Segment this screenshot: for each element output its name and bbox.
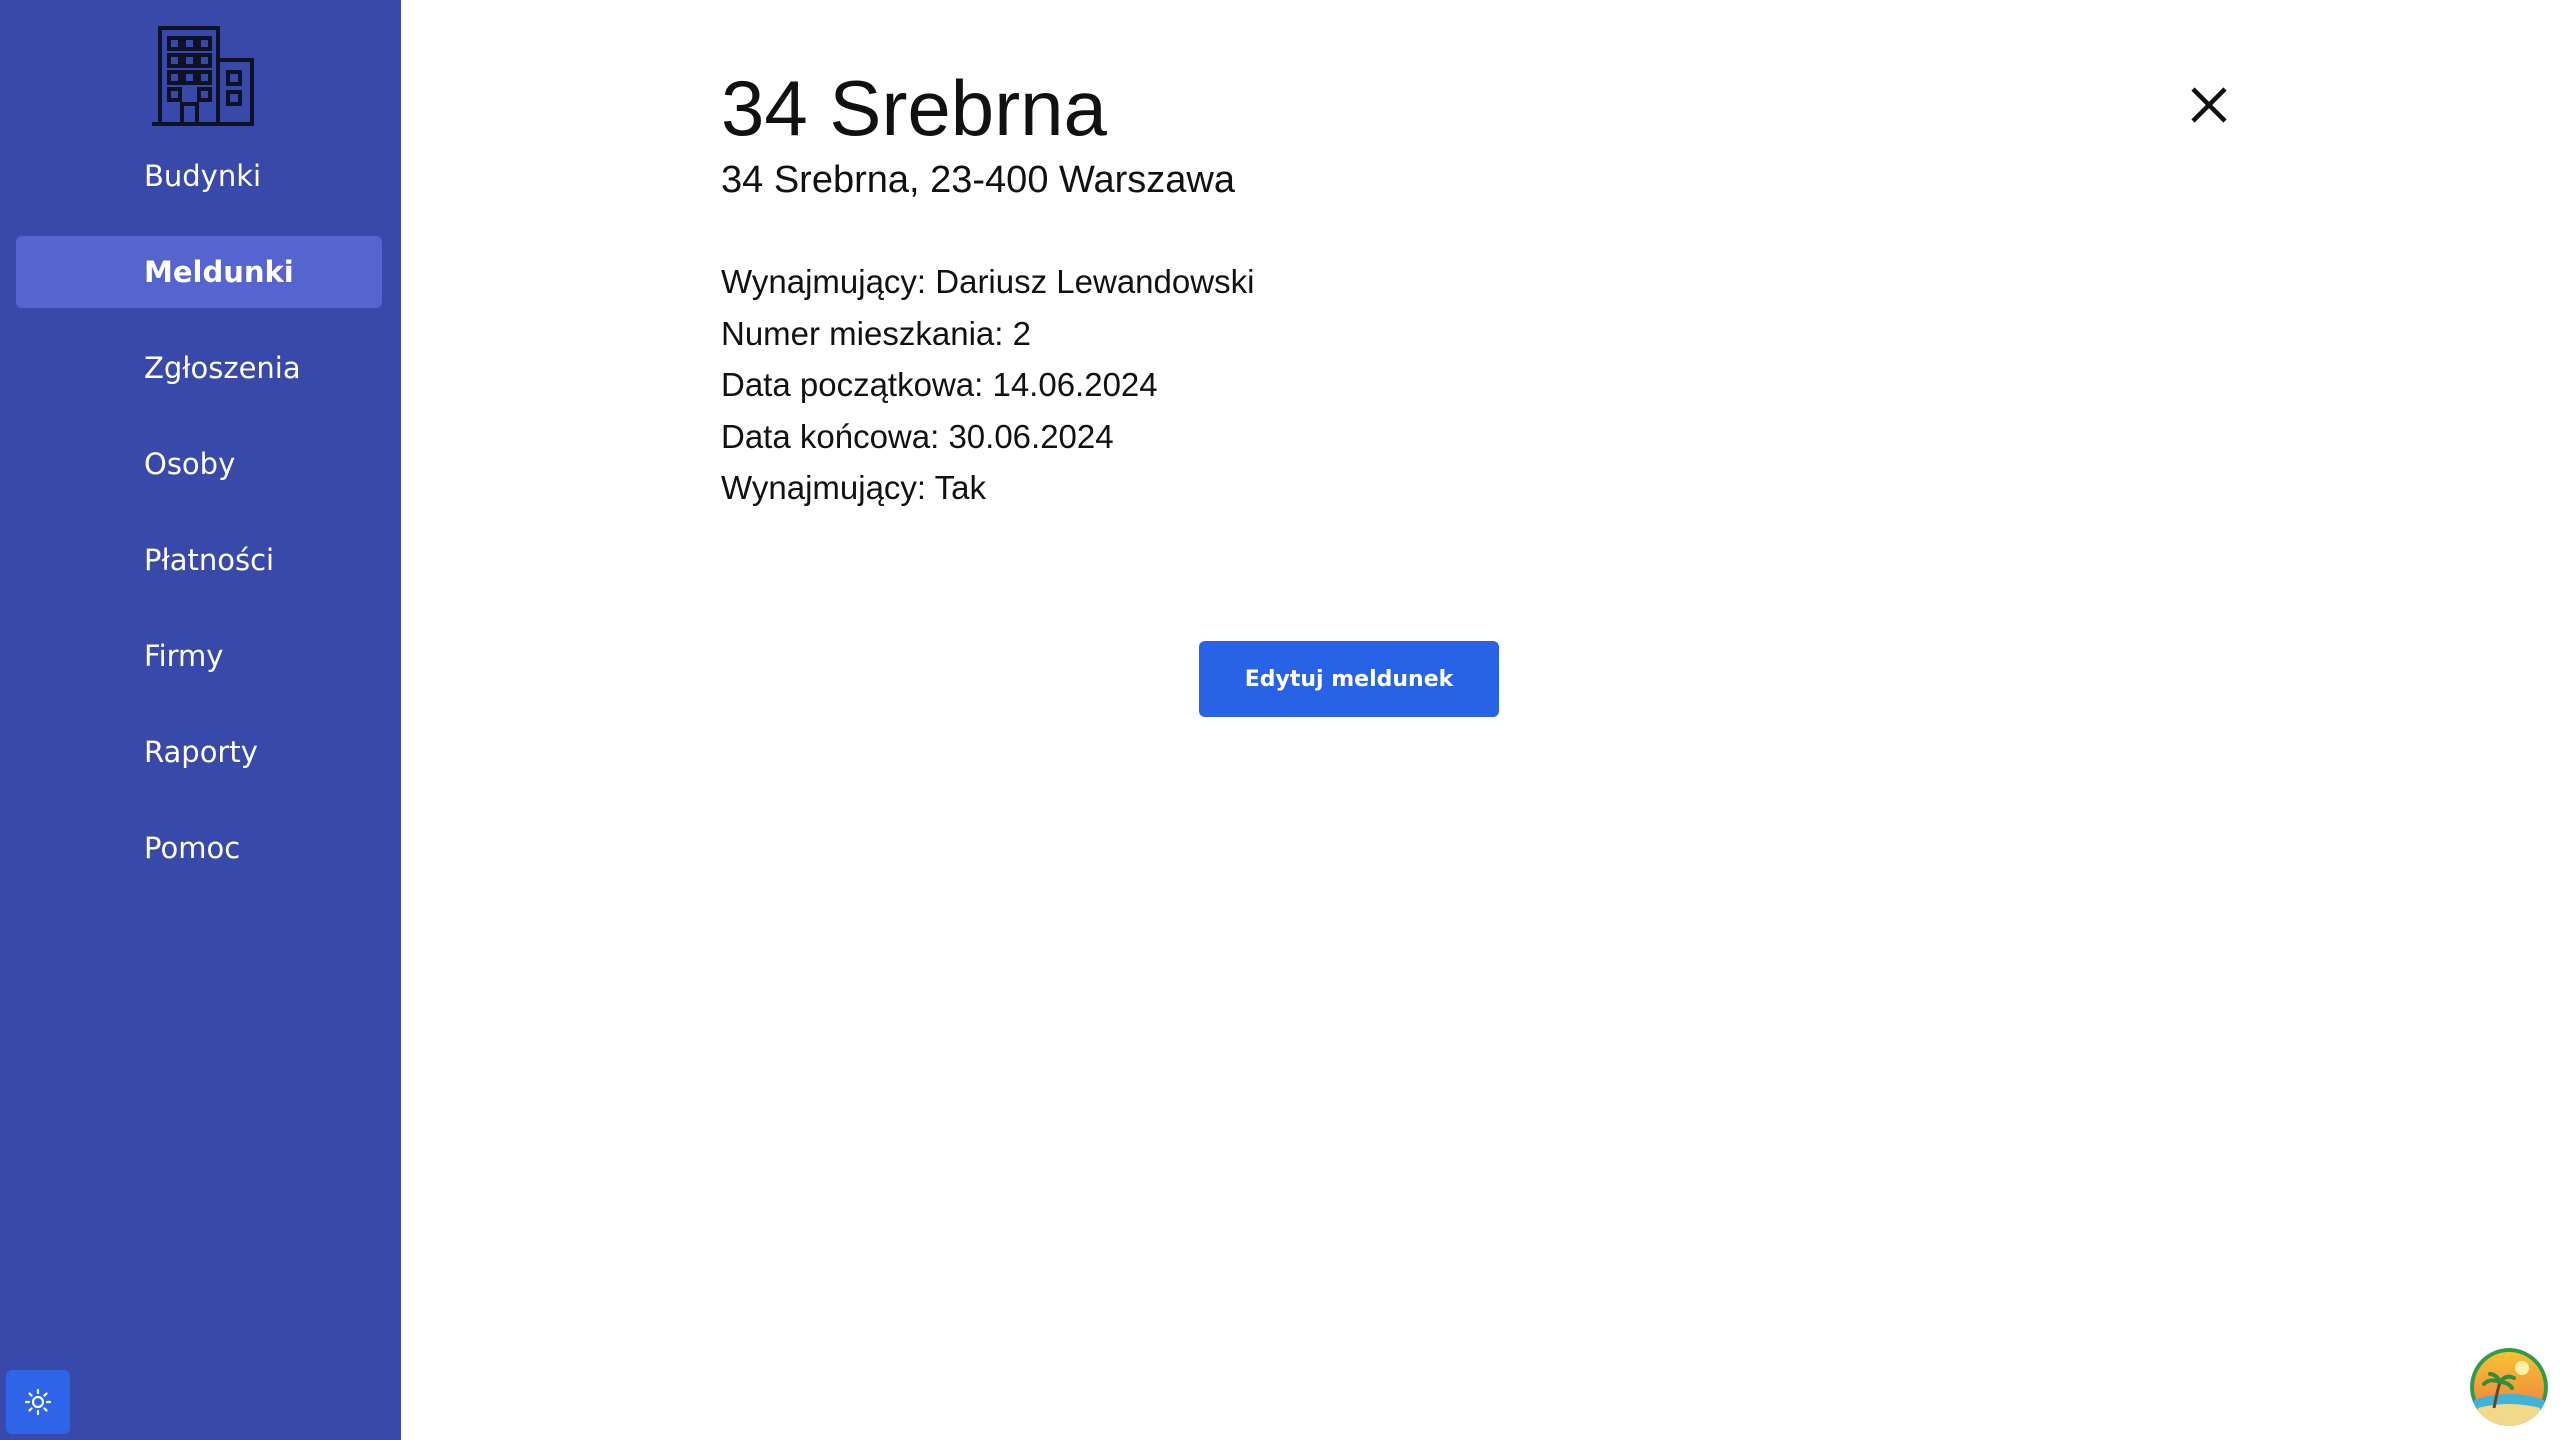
detail-apartment-number: Numer mieszkania: 2: [721, 314, 1031, 352]
page-title: 34 Srebrna: [721, 64, 1107, 152]
detail-landlord-flag: Wynajmujący: Tak: [721, 469, 987, 506]
avatar[interactable]: [2470, 1348, 2548, 1426]
sidebar-item-label: Raporty: [144, 735, 258, 769]
sun-icon: [24, 1388, 52, 1416]
sidebar-item-osoby[interactable]: Osoby: [16, 428, 382, 500]
sidebar-item-label: Osoby: [144, 447, 236, 481]
sidebar-item-label: Firmy: [144, 639, 224, 673]
sidebar-item-raporty[interactable]: Raporty: [16, 716, 382, 788]
app-root: Budynki Meldunki Zgłoszenia Osoby Płatno…: [0, 0, 2560, 1440]
detail-landlord: Wynajmujący: Dariusz Lewandowski: [721, 263, 1255, 300]
sidebar-item-pomoc[interactable]: Pomoc: [16, 812, 382, 884]
sidebar-item-meldunki[interactable]: Meldunki: [16, 236, 382, 308]
close-button[interactable]: [2186, 82, 2232, 128]
edit-checkin-button[interactable]: Edytuj meldunek: [1199, 641, 1499, 717]
sidebar-item-platnosci[interactable]: Płatności: [16, 524, 382, 596]
main-content: 34 Srebrna 34 Srebrna, 23-400 Warszawa W…: [401, 0, 2560, 1440]
sidebar-item-budynki[interactable]: Budynki: [16, 140, 382, 212]
theme-toggle-button[interactable]: [6, 1370, 70, 1434]
detail-list: Wynajmujący: Dariusz Lewandowski Numer m…: [721, 256, 1254, 514]
sidebar-item-label: Zgłoszenia: [144, 351, 301, 385]
address-subtitle: 34 Srebrna, 23-400 Warszawa: [721, 159, 1235, 201]
detail-end-date: Data końcowa: 30.06.2024: [721, 417, 1114, 455]
building-icon: [152, 26, 254, 126]
sidebar-item-label: Pomoc: [144, 831, 241, 865]
sidebar-item-zgloszenia[interactable]: Zgłoszenia: [16, 332, 382, 404]
sidebar-item-label: Budynki: [144, 159, 262, 193]
detail-start-date: Data początkowa: 14.06.2024: [721, 366, 1158, 403]
avatar-beach-image: [2470, 1348, 2548, 1426]
sidebar-item-label: Płatności: [144, 543, 275, 577]
sidebar-item-label: Meldunki: [144, 255, 294, 289]
sidebar-item-firmy[interactable]: Firmy: [16, 620, 382, 692]
sidebar: Budynki Meldunki Zgłoszenia Osoby Płatno…: [0, 0, 401, 1440]
close-icon: [2191, 87, 2227, 123]
